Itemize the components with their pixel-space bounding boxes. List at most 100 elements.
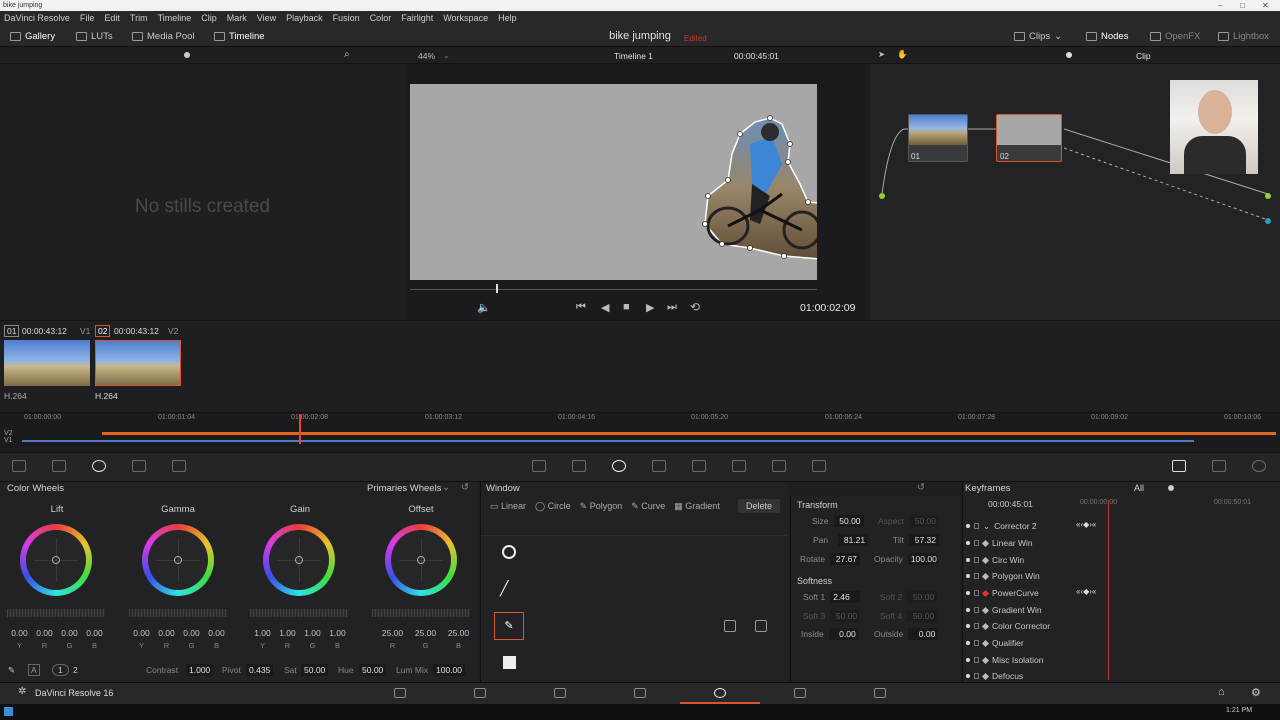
gamma-values[interactable]: 0.00 0.00 0.00 0.00 (129, 628, 229, 638)
playhead[interactable] (299, 414, 301, 444)
openfx-tab[interactable]: OpenFX (1150, 29, 1200, 43)
zoom-level[interactable]: 44% (418, 51, 435, 61)
menu-timeline[interactable]: Timeline (158, 13, 192, 23)
clips-tab[interactable]: Clips ⌄ (1014, 29, 1062, 43)
color-page-icon[interactable] (714, 688, 726, 698)
lightbox-tab[interactable]: Lightbox (1218, 29, 1269, 43)
volume-icon[interactable]: 🔈 (477, 301, 491, 314)
skip-forward-icon[interactable]: ⏭ (667, 301, 677, 314)
cut-page-icon[interactable] (474, 688, 486, 698)
sat-value[interactable]: 50.00 (301, 664, 329, 676)
loop-icon[interactable]: ⟲ (690, 300, 700, 314)
size-value[interactable]: 50.00 (833, 515, 864, 527)
gamma-master-wheel[interactable] (129, 609, 227, 617)
timeline-selector[interactable]: Timeline 1 (614, 51, 653, 61)
lift-y-value[interactable]: 0.00 (7, 628, 32, 638)
menu-trim[interactable]: Trim (130, 13, 148, 23)
offset-values[interactable]: 25.00 25.00 25.00 (376, 628, 475, 638)
node-mode-selector[interactable]: Clip (1136, 51, 1151, 61)
sizing-icon[interactable] (812, 460, 826, 472)
magic-mask-icon[interactable] (692, 460, 706, 472)
close-icon[interactable]: ✕ (1262, 0, 1269, 11)
window-icon[interactable] (612, 460, 626, 472)
node-02[interactable]: 02 (996, 114, 1062, 162)
camera-raw-icon[interactable] (12, 460, 26, 472)
minimize-icon[interactable]: – (1218, 0, 1222, 11)
hue-value[interactable]: 50.00 (359, 664, 387, 676)
linear-window-shape-icon[interactable]: ╱ (500, 580, 508, 597)
viewer-scrubber-track[interactable] (410, 289, 817, 290)
menu-clip[interactable]: Clip (201, 13, 217, 23)
luts-tab[interactable]: LUTs (76, 29, 113, 43)
offset-b-value[interactable]: 25.00 (442, 628, 475, 638)
menu-fairlight[interactable]: Fairlight (401, 13, 433, 23)
circle-window-shape-icon[interactable] (502, 545, 516, 559)
track-v2-clip[interactable] (102, 432, 1276, 435)
keyframe-row[interactable]: Misc Isolation (966, 653, 1076, 667)
keyframe-row[interactable]: Qualifier (966, 636, 1076, 650)
menu-workspace[interactable]: Workspace (443, 13, 488, 23)
start-icon[interactable] (4, 707, 13, 716)
chevron-down-icon[interactable]: ⌄ (442, 482, 450, 493)
pointer-icon[interactable]: ➤ (878, 49, 885, 60)
gamma-b-value[interactable]: 0.00 (204, 628, 229, 638)
window-enable-toggle[interactable] (724, 620, 736, 632)
linear-window-button[interactable]: ▭ Linear (490, 501, 526, 512)
gain-g-value[interactable]: 1.00 (300, 628, 325, 638)
delete-window-button[interactable]: Delete (738, 499, 781, 513)
rotate-value[interactable]: 27.67 (830, 553, 861, 565)
gain-y-value[interactable]: 1.00 (250, 628, 275, 638)
info-icon[interactable] (1252, 460, 1266, 472)
node-zoom-handle[interactable] (1066, 52, 1072, 58)
keyframe-row[interactable]: Color Corrector (966, 619, 1076, 633)
keyframe-row[interactable]: PowerCurve (966, 586, 1076, 600)
lummix-value[interactable]: 100.00 (433, 664, 465, 676)
pivot-value[interactable]: 0.435 (246, 664, 274, 676)
clip-thumbnail[interactable] (95, 340, 181, 386)
keyframe-marker[interactable]: «‹◆›« (1076, 520, 1096, 529)
aspect-value[interactable]: 50.00 (909, 515, 939, 527)
timeline-tab[interactable]: Timeline (214, 29, 265, 43)
power-curve-mask[interactable] (410, 84, 817, 280)
color-wheels-icon[interactable] (92, 460, 106, 472)
menu-mark[interactable]: Mark (227, 13, 247, 23)
stop-icon[interactable]: ■ (623, 301, 630, 313)
wheels-mode-selector[interactable]: Primaries Wheels (367, 483, 441, 494)
fusion-page-icon[interactable] (634, 688, 646, 698)
settings-icon[interactable]: ⚙ (1251, 686, 1261, 699)
keyframe-row[interactable]: Gradient Win (966, 603, 1076, 617)
gradient-window-shape-icon[interactable] (503, 656, 516, 669)
gallery-slider-handle[interactable] (184, 52, 190, 58)
menu-playback[interactable]: Playback (286, 13, 323, 23)
lift-wheel[interactable] (20, 524, 92, 596)
gamma-r-value[interactable]: 0.00 (154, 628, 179, 638)
soft2-value[interactable]: 50.00 (907, 591, 938, 603)
window-invert-toggle[interactable] (755, 620, 767, 632)
offset-g-value[interactable]: 25.00 (409, 628, 442, 638)
offset-master-wheel[interactable] (372, 609, 470, 617)
gamma-y-value[interactable]: 0.00 (129, 628, 154, 638)
inside-value[interactable]: 0.00 (828, 628, 859, 640)
gain-master-wheel[interactable] (250, 609, 348, 617)
keyframe-marker[interactable]: «‹◆›« (1076, 587, 1096, 596)
lift-master-wheel[interactable] (7, 609, 105, 617)
soft3-value[interactable]: 50.00 (830, 610, 861, 622)
tracker-icon[interactable] (652, 460, 666, 472)
gallery-tab[interactable]: Gallery (10, 29, 55, 43)
gain-r-value[interactable]: 1.00 (275, 628, 300, 638)
soft4-value[interactable]: 50.00 (907, 610, 938, 622)
keyframes-icon[interactable] (1172, 460, 1186, 472)
fairlight-page-icon[interactable] (794, 688, 806, 698)
menu-edit[interactable]: Edit (104, 13, 120, 23)
gain-wheel[interactable] (263, 524, 335, 596)
deliver-page-icon[interactable] (874, 688, 886, 698)
menu-help[interactable]: Help (498, 13, 517, 23)
menu-view[interactable]: View (257, 13, 276, 23)
lift-values[interactable]: 0.00 0.00 0.00 0.00 (7, 628, 107, 638)
home-icon[interactable]: ⌂ (1218, 686, 1225, 698)
edit-page-icon[interactable] (554, 688, 566, 698)
maximize-icon[interactable]: □ (1240, 0, 1245, 11)
curves-icon[interactable] (532, 460, 546, 472)
soft1-value[interactable]: 2.46 (830, 591, 861, 603)
node-01[interactable]: 01 (908, 114, 968, 162)
